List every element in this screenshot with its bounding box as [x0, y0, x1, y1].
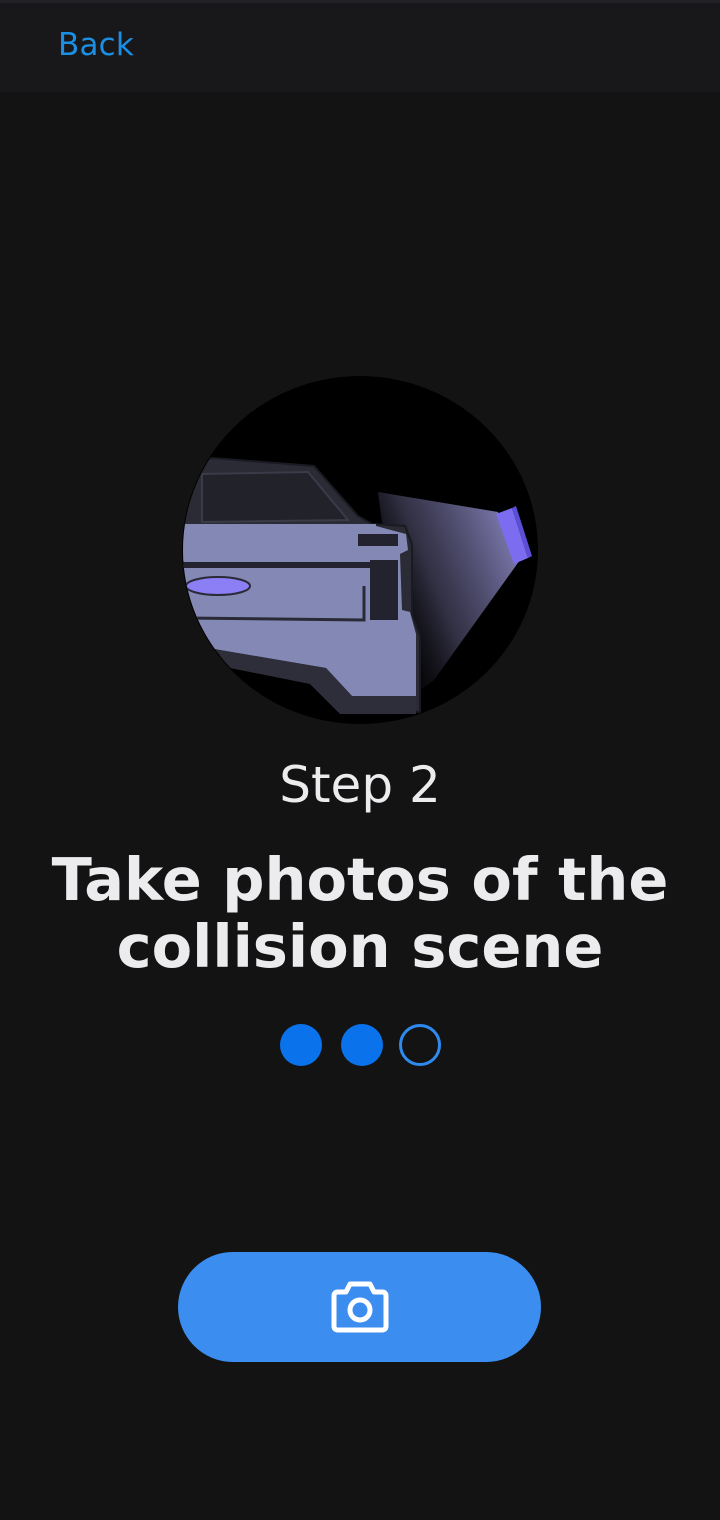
- step-label: Step 2: [279, 756, 441, 814]
- step-title: Take photos of the collision scene: [51, 845, 669, 981]
- step-indicator: [0, 1024, 720, 1066]
- camera-icon: [331, 1281, 388, 1333]
- navigation-bar: Back: [0, 0, 720, 92]
- car-flashlight-illustration: [182, 376, 538, 724]
- back-button[interactable]: Back: [58, 27, 134, 63]
- step-dot-1-complete: [280, 1024, 322, 1066]
- take-photo-button[interactable]: [178, 1252, 541, 1362]
- step-dot-3-pending: [399, 1024, 441, 1066]
- step-dot-2-complete: [341, 1024, 383, 1066]
- screen: Back Step 2 Take photos of the collision…: [0, 0, 720, 1520]
